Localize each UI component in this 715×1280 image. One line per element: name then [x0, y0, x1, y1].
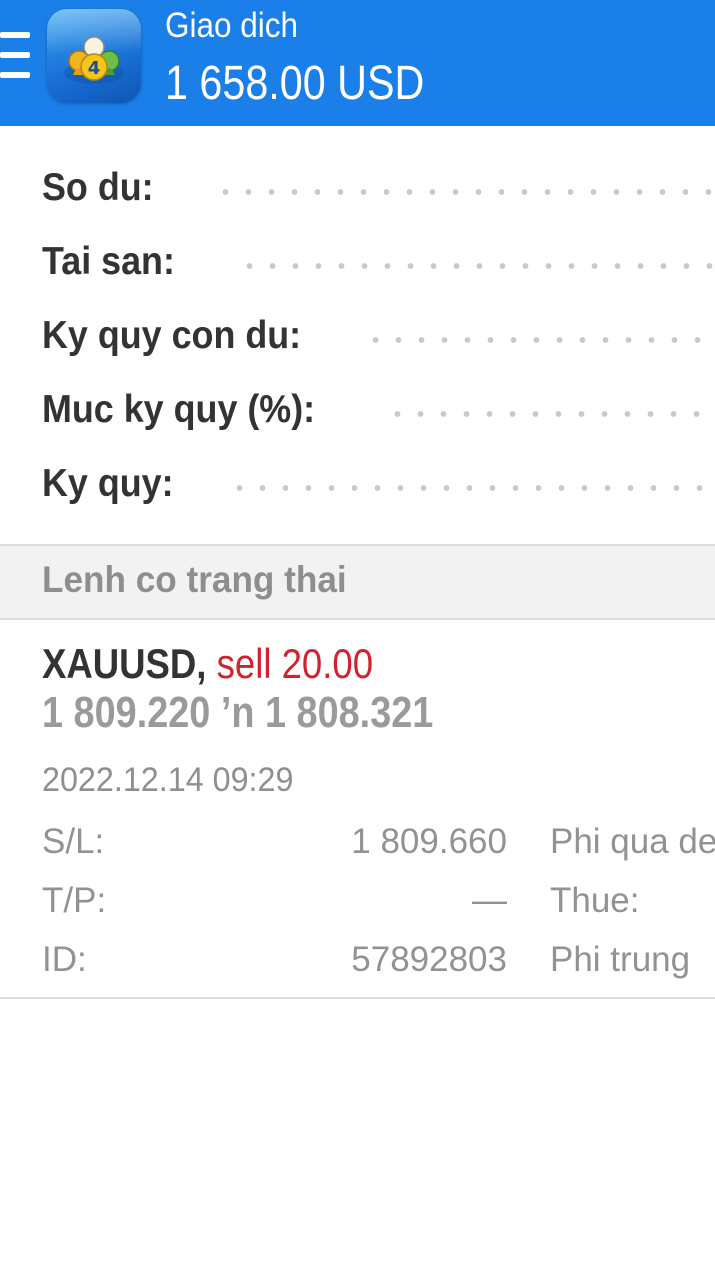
order-item-title[interactable]: XAUUSD, sell 20.00 — [42, 640, 373, 688]
order-type: sell 20.00 — [216, 640, 374, 687]
leader-dots — [364, 336, 715, 344]
stop-loss-label: S/L: — [42, 822, 105, 861]
order-open-time: 2022.12.14 09:29 — [42, 761, 294, 799]
leader-dots — [228, 484, 715, 492]
section-title: Lenh co trang thai — [42, 559, 347, 600]
order-symbol: XAUUSD, — [42, 640, 207, 687]
summary-row-free-margin: Ky quy con du: — [42, 314, 715, 364]
leader-dots — [238, 262, 715, 270]
take-profit-label: T/P: — [42, 881, 107, 920]
metatrader-app-icon: 4 — [47, 9, 141, 103]
order-id-value: 57892803 — [351, 940, 507, 979]
summary-label: Muc ky quy (%): — [42, 388, 316, 431]
summary-label: Tai san: — [42, 240, 175, 283]
summary-label: So du: — [42, 166, 154, 209]
positions-section-header: Lenh co trang thai — [0, 544, 715, 620]
account-balance-header: 1 658.00 USD — [165, 57, 425, 110]
swap-label: Phi qua de — [550, 822, 715, 861]
hamburger-menu-icon[interactable] — [0, 32, 30, 82]
order-prices: 1 809.220 ’n 1 808.321 — [42, 688, 434, 737]
take-profit-value: — — [472, 881, 507, 920]
stop-loss-value: 1 809.660 — [351, 822, 507, 861]
page-title: Giao dich — [165, 6, 299, 45]
leader-dots — [214, 188, 715, 196]
divider — [0, 997, 715, 999]
commission-label: Phi trung — [550, 940, 691, 979]
summary-row-balance: So du: — [42, 166, 715, 216]
summary-row-margin-level: Muc ky quy (%): — [42, 388, 715, 438]
summary-label: Ky quy con du: — [42, 314, 302, 357]
top-app-bar: 4 Giao dich 1 658.00 USD — [0, 0, 715, 126]
leader-dots — [386, 410, 715, 418]
summary-row-margin: Ky quy: — [42, 462, 715, 512]
svg-text:4: 4 — [88, 58, 101, 79]
tax-label: Thue: — [550, 881, 640, 920]
order-id-label: ID: — [42, 940, 87, 979]
summary-row-equity: Tai san: — [42, 240, 715, 290]
summary-label: Ky quy: — [42, 462, 174, 505]
